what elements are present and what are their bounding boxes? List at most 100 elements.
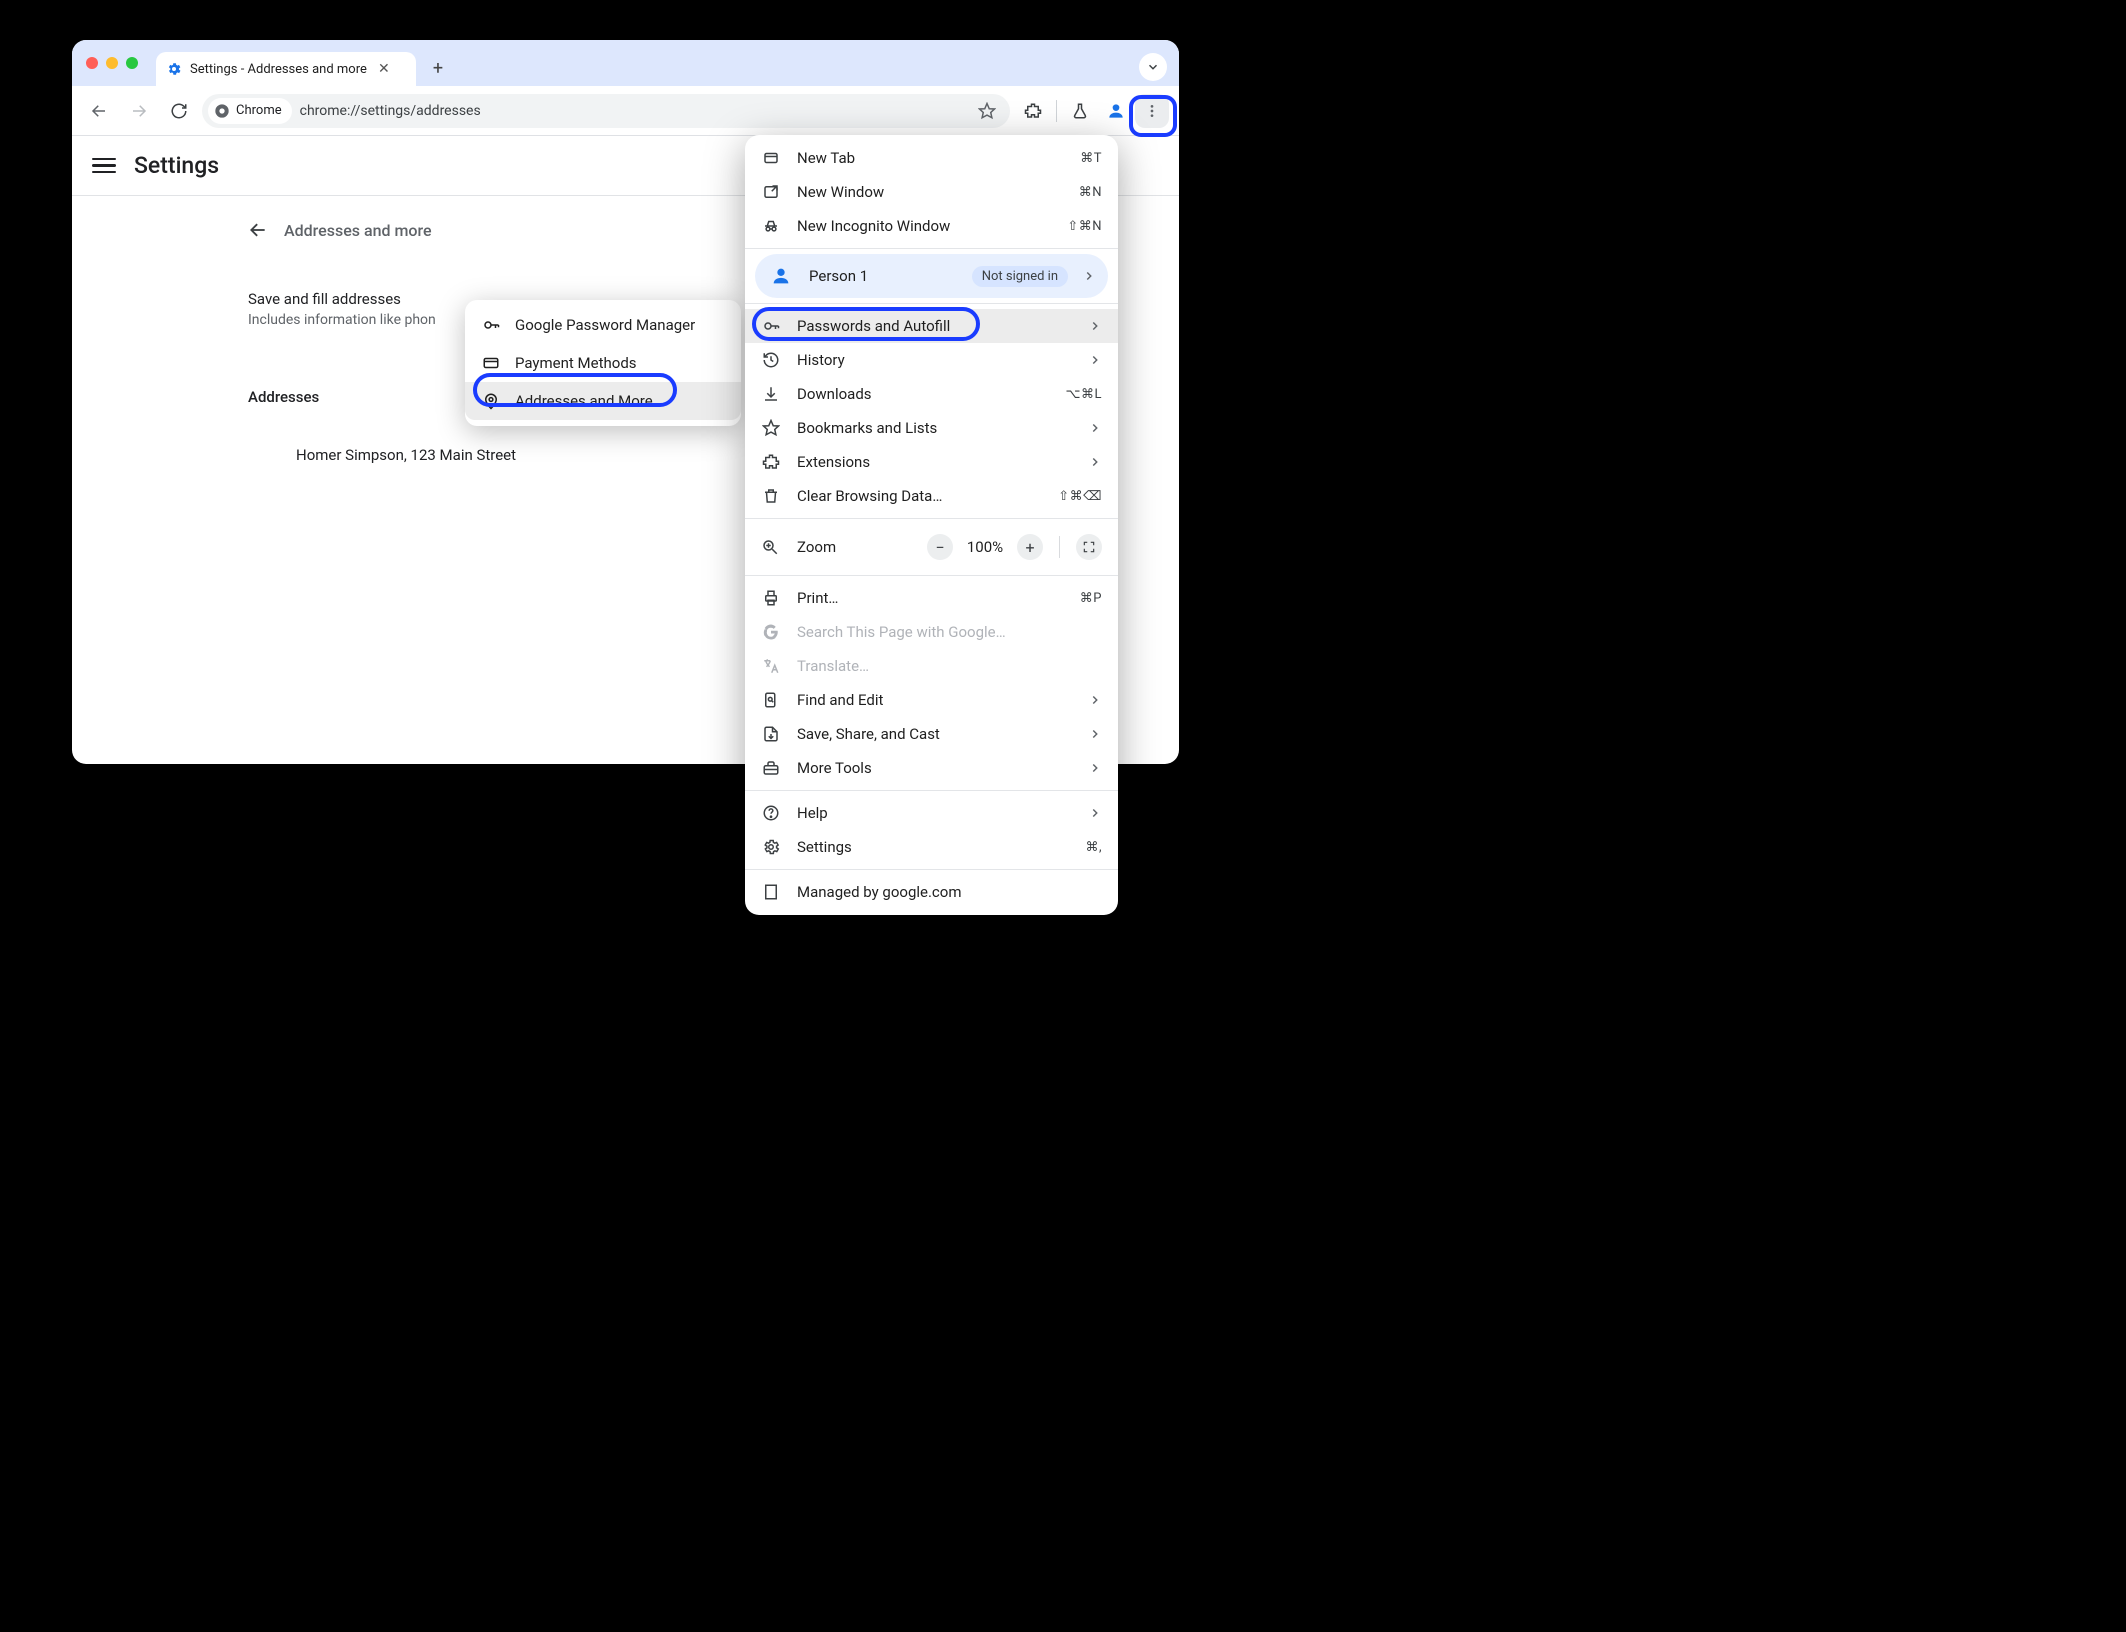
chevron-right-icon <box>1088 455 1102 469</box>
gear-icon <box>761 838 781 856</box>
tab-strip: Settings - Addresses and more ✕ + <box>72 40 1179 86</box>
menu-save-share-cast[interactable]: Save, Share, and Cast <box>745 717 1118 751</box>
extensions-icon[interactable] <box>1016 94 1050 128</box>
menu-label: New Window <box>797 183 1063 201</box>
menu-help[interactable]: Help <box>745 796 1118 830</box>
menu-separator <box>745 303 1118 304</box>
chevron-right-icon <box>1088 693 1102 707</box>
google-g-icon <box>761 623 781 641</box>
zoom-icon <box>761 538 781 556</box>
menu-label: Extensions <box>797 453 1072 471</box>
menu-bookmarks[interactable]: Bookmarks and Lists <box>745 411 1118 445</box>
menu-label: Translate… <box>797 657 1102 675</box>
key-icon <box>761 317 781 335</box>
menu-profile[interactable]: Person 1 Not signed in <box>755 254 1108 298</box>
profile-name: Person 1 <box>809 267 958 285</box>
back-button[interactable] <box>82 94 116 128</box>
zoom-value: 100% <box>963 538 1007 556</box>
submenu-addresses-more[interactable]: Addresses and More <box>465 382 741 420</box>
menu-managed-by[interactable]: Managed by google.com <box>745 875 1118 909</box>
omnibox[interactable]: Chrome chrome://settings/addresses <box>202 94 1010 128</box>
back-arrow-icon[interactable] <box>248 220 268 240</box>
puzzle-icon <box>761 453 781 471</box>
labs-icon[interactable] <box>1063 94 1097 128</box>
menu-extensions[interactable]: Extensions <box>745 445 1118 479</box>
menu-label: Settings <box>797 838 1069 856</box>
menu-more-tools[interactable]: More Tools <box>745 751 1118 785</box>
menu-shortcut: ⌘, <box>1085 840 1102 855</box>
menu-label: New Tab <box>797 149 1064 167</box>
submenu-payment-methods[interactable]: Payment Methods <box>465 344 741 382</box>
fullscreen-button[interactable] <box>1076 534 1102 560</box>
menu-label: Managed by google.com <box>797 883 1102 901</box>
menu-shortcut: ⌘N <box>1079 185 1102 200</box>
zoom-out-button[interactable]: − <box>927 534 953 560</box>
site-chip[interactable]: Chrome <box>208 98 292 124</box>
browser-tab[interactable]: Settings - Addresses and more ✕ <box>156 52 416 86</box>
profile-badge: Not signed in <box>972 266 1068 287</box>
menu-label: Downloads <box>797 385 1050 403</box>
kebab-menu-button[interactable] <box>1135 94 1169 128</box>
menu-separator <box>745 790 1118 791</box>
profile-avatar-icon[interactable] <box>1099 94 1133 128</box>
bookmark-star-icon[interactable] <box>978 102 1004 120</box>
incognito-icon <box>761 217 781 235</box>
menu-shortcut: ⇧⌘N <box>1067 219 1102 234</box>
menu-translate: Translate… <box>745 649 1118 683</box>
trash-icon <box>761 487 781 505</box>
window-close[interactable] <box>86 57 98 69</box>
menu-new-tab[interactable]: New Tab ⌘T <box>745 141 1118 175</box>
submenu-password-manager[interactable]: Google Password Manager <box>465 306 741 344</box>
menu-passwords-autofill[interactable]: Passwords and Autofill <box>745 309 1118 343</box>
reload-button[interactable] <box>162 94 196 128</box>
key-icon <box>481 316 501 334</box>
menu-settings[interactable]: Settings ⌘, <box>745 830 1118 864</box>
menu-history[interactable]: History <box>745 343 1118 377</box>
building-icon <box>761 883 781 901</box>
translate-icon <box>761 657 781 675</box>
save-file-icon <box>761 725 781 743</box>
menu-label: Passwords and Autofill <box>797 317 1072 335</box>
menu-new-incognito[interactable]: New Incognito Window ⇧⌘N <box>745 209 1118 243</box>
chevron-right-icon <box>1088 421 1102 435</box>
forward-button[interactable] <box>122 94 156 128</box>
menu-shortcut: ⌥⌘L <box>1066 387 1102 402</box>
menu-label: Find and Edit <box>797 691 1072 709</box>
menu-separator <box>745 575 1118 576</box>
zoom-label: Zoom <box>797 538 911 556</box>
menu-separator <box>745 869 1118 870</box>
chevron-right-icon <box>1088 319 1102 333</box>
window-minimize[interactable] <box>106 57 118 69</box>
download-icon <box>761 385 781 403</box>
menu-separator <box>745 248 1118 249</box>
hamburger-icon[interactable] <box>92 154 116 178</box>
breadcrumb-label: Addresses and more <box>284 221 432 240</box>
menu-label: Save, Share, and Cast <box>797 725 1072 743</box>
print-icon <box>761 589 781 607</box>
zoom-in-button[interactable]: + <box>1017 534 1043 560</box>
close-tab-icon[interactable]: ✕ <box>378 62 390 76</box>
window-maximize[interactable] <box>126 57 138 69</box>
submenu-label: Google Password Manager <box>515 316 695 334</box>
settings-title: Settings <box>134 152 219 179</box>
toolbar: Chrome chrome://settings/addresses <box>72 86 1179 136</box>
menu-separator <box>745 518 1118 519</box>
help-icon <box>761 804 781 822</box>
menu-label: Clear Browsing Data… <box>797 487 1042 505</box>
zoom-divider <box>1059 536 1060 558</box>
menu-downloads[interactable]: Downloads ⌥⌘L <box>745 377 1118 411</box>
menu-print[interactable]: Print… ⌘P <box>745 581 1118 615</box>
menu-search-google: Search This Page with Google… <box>745 615 1118 649</box>
chevron-right-icon <box>1088 806 1102 820</box>
history-icon <box>761 351 781 369</box>
tab-title: Settings - Addresses and more <box>190 62 370 77</box>
new-tab-button[interactable]: + <box>424 54 452 82</box>
menu-find-edit[interactable]: Find and Edit <box>745 683 1118 717</box>
submenu-label: Payment Methods <box>515 354 637 372</box>
submenu-label: Addresses and More <box>515 392 653 410</box>
location-pin-icon <box>481 392 501 410</box>
menu-new-window[interactable]: New Window ⌘N <box>745 175 1118 209</box>
url-text: chrome://settings/addresses <box>300 103 481 119</box>
tab-list-button[interactable] <box>1139 53 1167 81</box>
menu-clear-browsing[interactable]: Clear Browsing Data… ⇧⌘⌫ <box>745 479 1118 513</box>
